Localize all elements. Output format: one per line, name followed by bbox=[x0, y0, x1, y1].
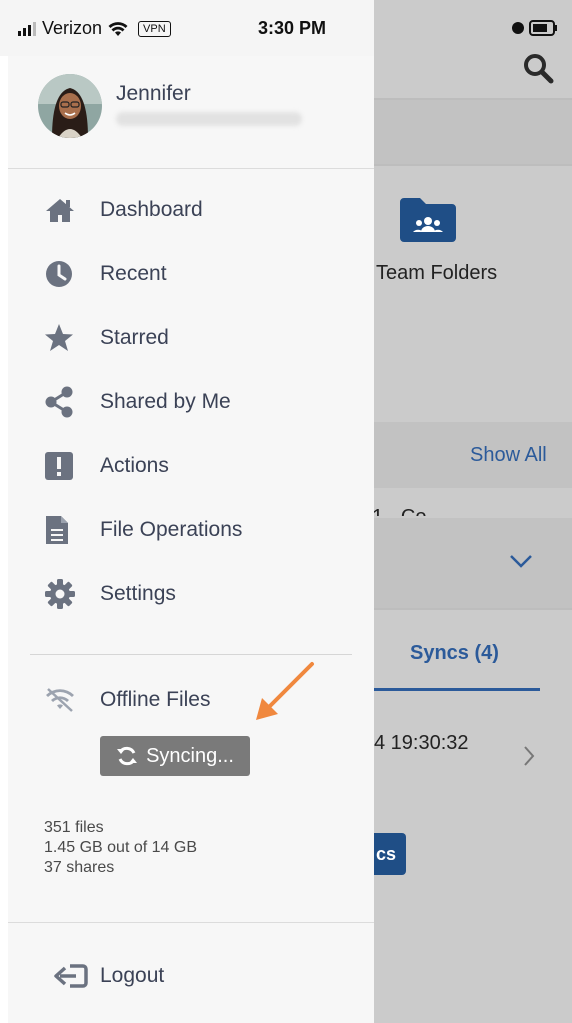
alarm-battery-icon bbox=[512, 20, 557, 36]
carrier-info: Verizon VPN bbox=[18, 18, 171, 39]
menu-item-label: Recent bbox=[100, 262, 167, 285]
storage-stats: 351 files 1.45 GB out of 14 GB 37 shares bbox=[44, 818, 197, 878]
tab-underline bbox=[374, 688, 540, 691]
drawer-divider bbox=[8, 922, 374, 923]
menu-item-label: Actions bbox=[100, 454, 169, 477]
background-app-overlay[interactable]: Team Folders Show All 1 - Co Syncs (4) 4… bbox=[374, 0, 572, 1023]
search-icon[interactable] bbox=[522, 52, 554, 84]
menu-item-label: Settings bbox=[100, 582, 176, 605]
status-time: 3:30 PM bbox=[258, 18, 327, 38]
syncing-button[interactable]: Syncing... bbox=[100, 736, 250, 776]
show-all-link[interactable]: Show All bbox=[470, 444, 547, 467]
avatar bbox=[38, 74, 102, 138]
user-name: Jennifer bbox=[116, 82, 191, 105]
team-folder-icon[interactable] bbox=[398, 196, 458, 244]
home-icon bbox=[44, 194, 92, 226]
star-icon bbox=[44, 322, 92, 354]
menu-item-settings[interactable]: Settings bbox=[44, 574, 344, 614]
document-icon bbox=[44, 514, 92, 546]
annotation-arrow-icon bbox=[256, 662, 314, 720]
drawer-divider bbox=[30, 654, 352, 655]
partial-row-text: 1 - Co bbox=[374, 506, 426, 516]
menu-item-label: Starred bbox=[100, 326, 169, 349]
signal-icon bbox=[18, 21, 36, 36]
logout-label: Logout bbox=[100, 964, 165, 987]
logout-icon bbox=[54, 964, 88, 988]
toolbar-band bbox=[374, 100, 572, 164]
divider bbox=[374, 164, 572, 166]
menu-item-shared-by-me[interactable]: Shared by Me bbox=[44, 382, 344, 422]
storage-usage: 1.45 GB out of 14 GB bbox=[44, 839, 197, 856]
logout-button[interactable]: Logout bbox=[54, 956, 164, 996]
syncing-label: Syncing... bbox=[146, 744, 234, 767]
exclamation-icon bbox=[44, 450, 92, 482]
chevron-right-icon[interactable] bbox=[522, 744, 536, 768]
menu-item-file-operations[interactable]: File Operations bbox=[44, 510, 344, 550]
sync-timestamp: 4 19:30:32 bbox=[374, 732, 469, 754]
menu-item-starred[interactable]: Starred bbox=[44, 318, 344, 358]
menu-item-offline-files[interactable]: Offline Files bbox=[44, 680, 211, 720]
menu-item-label: Shared by Me bbox=[100, 390, 231, 413]
refresh-icon bbox=[117, 746, 138, 766]
share-icon bbox=[44, 386, 92, 418]
clock-icon bbox=[44, 258, 92, 290]
gear-icon bbox=[44, 578, 92, 610]
tab-syncs[interactable]: Syncs (4) bbox=[410, 642, 499, 665]
menu-item-recent[interactable]: Recent bbox=[44, 254, 344, 294]
user-email-redacted bbox=[116, 112, 302, 126]
user-profile[interactable]: Jennifer bbox=[8, 56, 374, 169]
files-count: 351 files bbox=[44, 819, 104, 836]
menu-item-label: File Operations bbox=[100, 518, 243, 541]
menu-item-actions[interactable]: Actions bbox=[44, 446, 344, 486]
offline-files-label: Offline Files bbox=[100, 688, 211, 711]
divider bbox=[374, 608, 572, 610]
vpn-badge: VPN bbox=[138, 20, 171, 37]
navigation-drawer: Jennifer Dashboard Recent Starred Shared… bbox=[8, 56, 374, 1023]
shares-count: 37 shares bbox=[44, 859, 115, 876]
menu-item-label: Dashboard bbox=[100, 198, 203, 221]
menu-item-dashboard[interactable]: Dashboard bbox=[44, 190, 344, 230]
team-folders-label[interactable]: Team Folders bbox=[376, 262, 497, 285]
chevron-down-icon[interactable] bbox=[508, 552, 534, 570]
carrier-name: Verizon bbox=[42, 18, 103, 38]
background-button[interactable]: cs bbox=[374, 833, 406, 875]
wifi-icon bbox=[108, 21, 128, 36]
collapsible-header bbox=[374, 518, 572, 608]
wifi-off-icon bbox=[44, 687, 92, 713]
